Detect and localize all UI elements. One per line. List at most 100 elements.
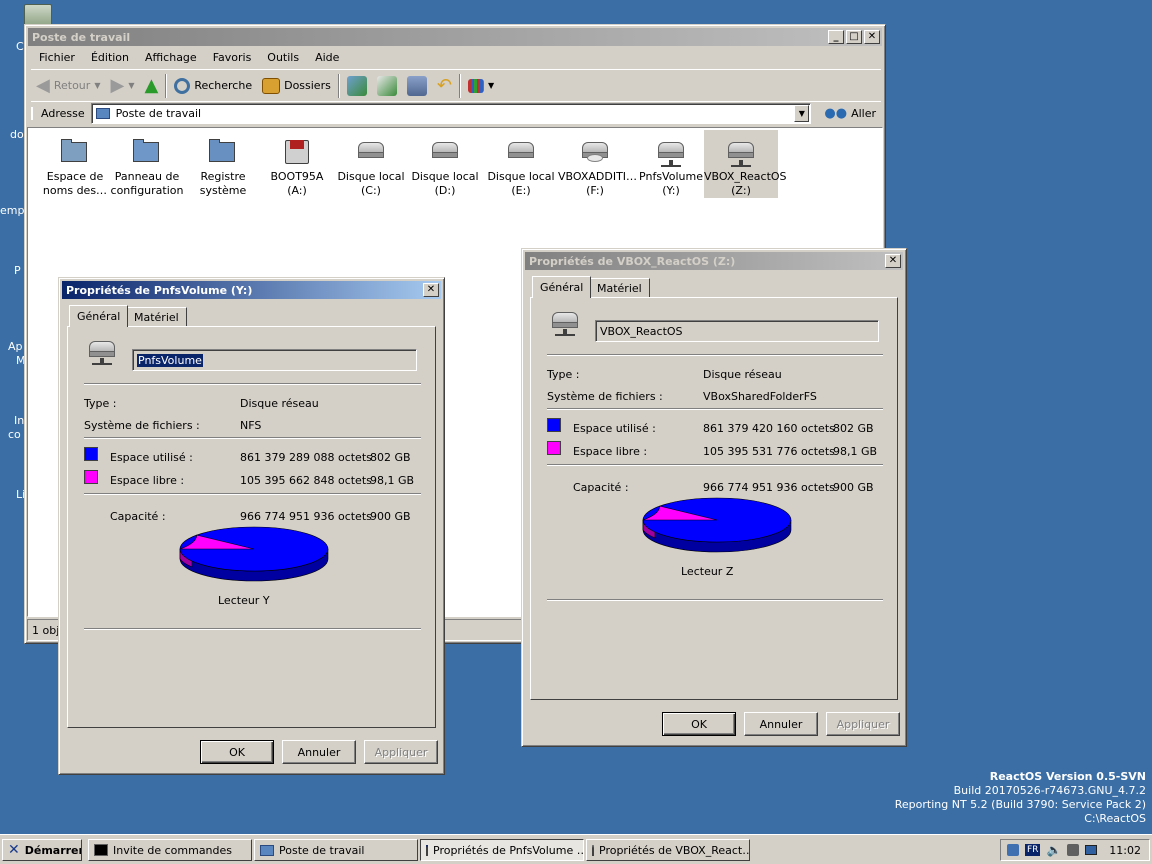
delete-button[interactable] (402, 73, 432, 99)
up-button[interactable]: ▲ (139, 73, 163, 99)
drive-item-label: BOOT95A (A:) (260, 170, 334, 198)
volume-name-input[interactable]: PnfsVolume (132, 349, 417, 371)
disk-usage-pie-chart (179, 526, 329, 582)
label-line: Disque local (487, 170, 555, 183)
drive-item-label: Disque local (D:) (408, 170, 482, 198)
used-space-swatch (84, 447, 98, 461)
views-button[interactable]: ▼ (463, 73, 499, 99)
menu-aide[interactable]: Aide (307, 51, 347, 64)
network-icon[interactable] (1007, 844, 1019, 856)
apply-button[interactable]: Appliquer (826, 712, 900, 736)
properties-dialog-pnfsvolume[interactable]: Propriétés de PnfsVolume (Y:) ✕ Général M… (58, 277, 445, 775)
menu-favoris[interactable]: Favoris (205, 51, 260, 64)
forward-button[interactable]: ▶ ▼ (105, 73, 139, 99)
folders-button[interactable]: Dossiers (257, 73, 336, 99)
cancel-button[interactable]: Annuler (282, 740, 356, 764)
menu-outils[interactable]: Outils (259, 51, 307, 64)
start-button[interactable]: ✕ Démarrer (2, 839, 82, 861)
drive-item[interactable]: PnfsVolume (Y:) (634, 130, 708, 198)
separator (84, 628, 421, 630)
drive-item-label: Registre système (186, 170, 260, 198)
display-icon[interactable] (1085, 845, 1098, 855)
drive-item[interactable]: Disque local (C:) (334, 130, 408, 198)
drive-item[interactable]: Disque local (D:) (408, 130, 482, 198)
volume-name-text: PnfsVolume (137, 353, 203, 367)
filesystem-label: Système de fichiers : (84, 419, 200, 432)
language-indicator[interactable]: FR (1025, 844, 1041, 856)
properties-dialog-vbox-reactos[interactable]: Propriétés de VBOX_ReactOS (Z:) ✕ Généra… (521, 248, 907, 747)
close-button[interactable]: ✕ (885, 254, 901, 268)
drive-item[interactable]: Panneau de configuration (110, 130, 184, 198)
taskbar-item-explorer[interactable]: Poste de travail (254, 839, 418, 861)
filesystem-label: Système de fichiers : (547, 390, 663, 403)
menu-edition[interactable]: Édition (83, 51, 137, 64)
forward-arrow-icon: ▶ (110, 75, 125, 96)
explorer-titlebar[interactable]: Poste de travail _ □ ✕ (28, 28, 882, 46)
undo-icon: ↶ (436, 75, 452, 96)
drive-item[interactable]: Disque local (E:) (484, 130, 558, 198)
cancel-button[interactable]: Annuler (744, 712, 818, 736)
drive-item[interactable]: VBOX_ReactOS (Z:) (704, 130, 787, 198)
reactos-logo-icon: ✕ (8, 842, 20, 858)
network-drive-icon (549, 308, 581, 340)
go-icon: ●● (824, 106, 848, 121)
address-label: Adresse (31, 107, 91, 120)
free-space-label: Espace libre : (110, 474, 185, 487)
usb-icon[interactable] (1067, 844, 1080, 856)
taskbar: ✕ Démarrer Invite de commandes Poste de … (0, 834, 1152, 864)
go-button[interactable]: ●● Aller (819, 101, 881, 127)
dialog-titlebar[interactable]: Propriétés de VBOX_ReactOS (Z:) ✕ (525, 252, 903, 270)
search-button[interactable]: Recherche (169, 73, 257, 99)
used-space-label: Espace utilisé : (110, 451, 193, 464)
drive-item[interactable]: VBOXADDITI… (F:) (558, 130, 638, 198)
label-line: Espace de (46, 170, 104, 183)
volume-icon[interactable]: 🔈 (1046, 843, 1061, 857)
dropdown-arrow-icon: ▼ (128, 81, 135, 90)
close-button[interactable]: ✕ (864, 30, 880, 44)
taskbar-item-command-prompt[interactable]: Invite de commandes (88, 839, 252, 861)
label-line: VBOXADDITI… (558, 170, 638, 183)
dropdown-arrow-icon: ▼ (94, 81, 101, 90)
close-button[interactable]: ✕ (423, 283, 439, 297)
volume-name-input[interactable]: VBOX_ReactOS (595, 320, 879, 342)
ok-button[interactable]: OK (200, 740, 274, 764)
drive-item[interactable]: Registre système (186, 130, 260, 198)
drive-item[interactable]: BOOT95A (A:) (260, 130, 334, 198)
separator (547, 408, 883, 410)
tab-general[interactable]: Général (69, 305, 129, 327)
toolbar-separator (165, 73, 168, 98)
minimize-button[interactable]: _ (828, 30, 844, 44)
move-to-icon (346, 75, 367, 96)
menu-affichage[interactable]: Affichage (137, 51, 205, 64)
desktop-label: do (10, 128, 24, 141)
label-line: (Z:) (731, 184, 751, 197)
address-dropdown-button[interactable]: ▼ (794, 105, 810, 122)
taskbar-item-properties-pnfs[interactable]: Propriétés de PnfsVolume … (420, 839, 584, 861)
back-button[interactable]: ◀ Retour ▼ (31, 73, 105, 99)
menu-fichier[interactable]: Fichier (31, 51, 83, 64)
maximize-button[interactable]: □ (846, 30, 862, 44)
tab-general[interactable]: Général (532, 276, 592, 298)
ok-button[interactable]: OK (662, 712, 736, 736)
filesystem-value: NFS (240, 419, 262, 432)
label-line: BOOT95A (270, 170, 324, 183)
address-input[interactable]: Poste de travail ▼ (90, 103, 812, 124)
capacity-size: 900 GB (833, 481, 874, 494)
drive-item[interactable]: Espace de noms des… (38, 130, 112, 198)
hard-drive-icon (355, 136, 387, 166)
tab-hardware[interactable]: Matériel (589, 278, 650, 298)
label-line: Disque local (337, 170, 405, 183)
window-icon (426, 844, 428, 856)
label-line: (F:) (586, 184, 604, 197)
dialog-titlebar[interactable]: Propriétés de PnfsVolume (Y:) ✕ (62, 281, 441, 299)
system-tray: FR 🔈 11:02 (1000, 839, 1150, 861)
taskbar-item-properties-vbox[interactable]: Propriétés de VBOX_React… (586, 839, 750, 861)
move-to-button[interactable] (342, 73, 372, 99)
copy-to-button[interactable] (372, 73, 402, 99)
tab-hardware[interactable]: Matériel (126, 307, 187, 327)
apply-button[interactable]: Appliquer (364, 740, 438, 764)
separator (84, 437, 421, 439)
undo-button[interactable]: ↶ (432, 73, 457, 99)
computer-icon (95, 108, 110, 119)
clock[interactable]: 11:02 (1109, 844, 1141, 857)
